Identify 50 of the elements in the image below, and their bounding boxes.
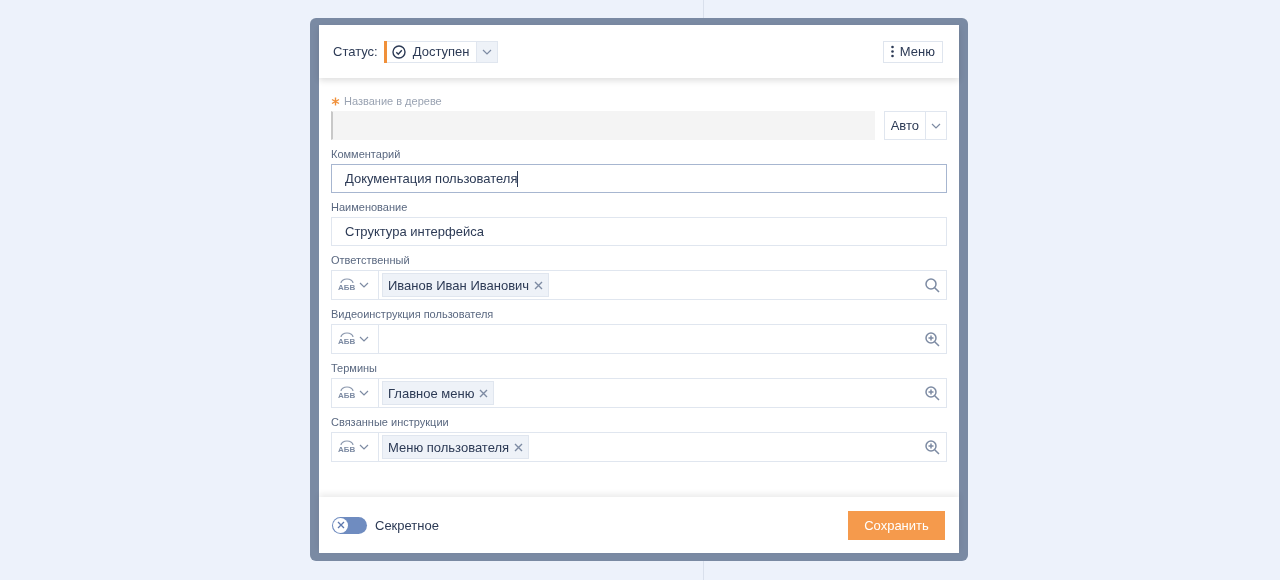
check-circle-icon [391, 44, 406, 59]
arc-icon [339, 278, 354, 283]
input-mode-dropdown[interactable]: АБВ [332, 433, 379, 461]
menu-button[interactable]: Меню [882, 40, 943, 63]
remove-icon[interactable] [479, 388, 489, 398]
lookup-field[interactable]: АБВ Иванов Иван Иванович [331, 270, 947, 300]
status-select[interactable]: Доступен [386, 40, 499, 63]
lookup-field[interactable]: АБВ Меню пользователя [331, 432, 947, 462]
input-mode-dropdown[interactable]: АБВ [332, 325, 379, 353]
arc-icon [339, 440, 354, 445]
mode-label: АБВ [338, 391, 356, 400]
field-label: Название в дереве [344, 95, 442, 107]
tag: Главное меню [382, 381, 495, 405]
input-field[interactable]: Документация пользователя [331, 164, 947, 193]
caret-icon [482, 48, 493, 55]
field-label: Комментарий [331, 148, 401, 160]
toggle-switch[interactable] [332, 516, 367, 534]
zoom-in-icon[interactable] [925, 385, 940, 401]
field-label: Связанные инструкции [331, 416, 449, 428]
search-icon[interactable] [925, 277, 940, 293]
tag: Иванов Иван Иванович [382, 273, 550, 297]
lookup-field[interactable]: АБВ [331, 324, 947, 354]
mode-label: АБВ [338, 283, 356, 292]
tag: Меню пользователя [382, 435, 530, 459]
remove-icon[interactable] [514, 442, 524, 452]
status-label: Статус: [333, 44, 378, 59]
caret-icon [359, 282, 370, 288]
status-value: Доступен [412, 44, 470, 59]
cross-icon [336, 521, 345, 529]
zoom-in-icon[interactable] [925, 439, 940, 455]
caret-icon [359, 390, 370, 396]
caret-icon [359, 336, 370, 342]
zoom-in-icon[interactable] [925, 331, 940, 347]
field-label: Ответственный [331, 254, 410, 266]
input-mode-dropdown[interactable]: АБВ [332, 379, 379, 407]
arc-icon [339, 332, 354, 337]
lookup-field[interactable]: АБВ Главное меню [331, 378, 947, 408]
remove-icon[interactable] [534, 280, 544, 290]
arc-icon [339, 386, 354, 391]
field-label: Термины [331, 362, 378, 374]
caret-icon [359, 444, 370, 450]
mode-label: АБВ [338, 445, 356, 454]
toggle-label: Секретное [375, 517, 439, 533]
field-label: Наименование [331, 201, 408, 213]
input-field[interactable]: Структура интерфейса [331, 217, 947, 246]
field-label: Видеоинструкция пользователя [331, 308, 494, 320]
more-icon [890, 45, 894, 58]
input-mode-dropdown[interactable]: АБВ [332, 271, 379, 299]
mode-label: АБВ [338, 337, 356, 346]
caret-icon [931, 122, 941, 129]
